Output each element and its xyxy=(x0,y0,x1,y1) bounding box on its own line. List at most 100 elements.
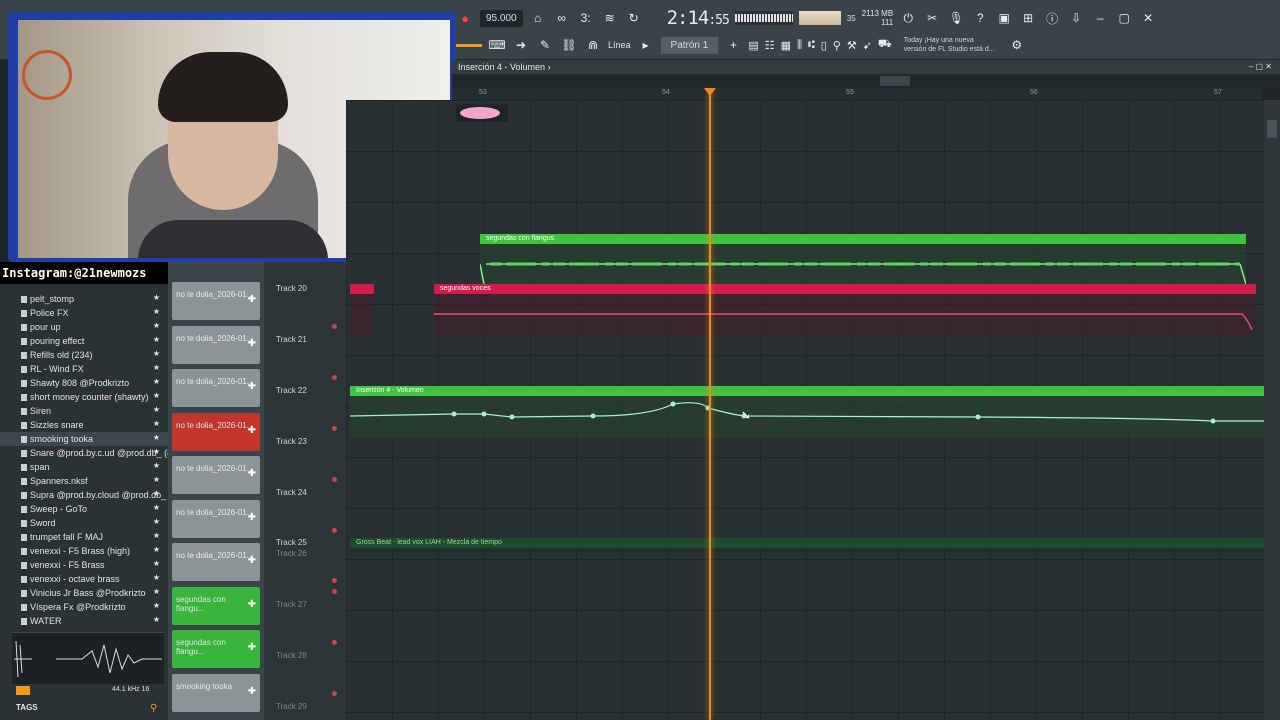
track-mute-dot[interactable] xyxy=(332,426,337,431)
browser-item[interactable]: venexxi - F5 Brass ★ xyxy=(0,558,168,572)
loop-record-icon[interactable]: ↻ xyxy=(625,9,643,27)
browser-item[interactable]: Siren ★ xyxy=(0,404,168,418)
power-icon[interactable]: ⏻ xyxy=(899,9,917,27)
favorite-star-icon[interactable]: ★ xyxy=(153,587,160,596)
browser-item[interactable]: pelt_stomp ★ xyxy=(0,292,168,306)
export-icon[interactable]: ⇩ xyxy=(1067,9,1085,27)
browser-item[interactable]: Refills old (234) ★ xyxy=(0,348,168,362)
track-mute-dot[interactable] xyxy=(332,691,337,696)
arrow-right-icon[interactable]: ➜ xyxy=(512,36,530,54)
help-icon[interactable]: ? xyxy=(971,9,989,27)
drag-arrow-icon[interactable]: ✚ xyxy=(248,599,256,610)
browser-item[interactable]: Shawty 808 @Prodkrizto ★ xyxy=(0,376,168,390)
channel-rack-icon[interactable]: ☷ xyxy=(765,39,775,52)
browser-item[interactable]: Sweep - GoTo ★ xyxy=(0,502,168,516)
close-icon[interactable]: ✕ xyxy=(1139,9,1157,27)
favorite-star-icon[interactable]: ★ xyxy=(153,321,160,330)
favorite-star-icon[interactable]: ★ xyxy=(153,545,160,554)
plugin-icon[interactable]: ✂ xyxy=(923,9,941,27)
playlist-clip-automation-volume[interactable]: Inserción 4 - Volumen xyxy=(350,386,1264,438)
track-header-label[interactable]: Track 21 xyxy=(276,335,307,344)
browser-icon[interactable]: ▯ xyxy=(821,39,827,52)
drag-arrow-icon[interactable]: ✚ xyxy=(248,294,256,305)
clip-source-item[interactable]: no te dolia_2026-01... ✚ xyxy=(172,543,260,581)
clip-source-item[interactable]: smooking tooka ✚ xyxy=(172,673,260,712)
track-mute-dot[interactable] xyxy=(332,589,337,594)
play-small-icon[interactable]: ▸ xyxy=(637,36,655,54)
timeline-ruler[interactable]: 53 54 55 56 57 xyxy=(452,88,1262,100)
clip-source-item[interactable]: segundas con flangu... ✚ xyxy=(172,586,260,625)
preview-play-icon[interactable] xyxy=(16,686,30,695)
browser-item[interactable]: Snare @prod.by.c.ud @prod.db_ (8) ★ xyxy=(0,446,168,460)
clip-source-item[interactable]: no te dolia_2026-01... ✚ xyxy=(172,412,260,451)
drag-arrow-icon[interactable]: ✚ xyxy=(248,381,256,392)
playlist-clip-grossbeat[interactable]: Gross Beat - lead vox LIAH - Mezcla de t… xyxy=(350,538,1264,552)
playlist-clip-segundas-flangus[interactable]: segundas con flangus xyxy=(480,234,1246,286)
news-ticker[interactable]: Today ¡Hay una nueva versión de FL Studio… xyxy=(904,36,1002,54)
track-mute-dot[interactable] xyxy=(332,324,337,329)
pattern-selector[interactable]: Patrón 1 xyxy=(660,36,719,54)
snap-select[interactable]: Línea xyxy=(608,40,631,50)
favorite-star-icon[interactable]: ★ xyxy=(153,503,160,512)
favorite-star-icon[interactable]: ★ xyxy=(153,489,160,498)
browser-item[interactable]: pour up ★ xyxy=(0,320,168,334)
tags-label[interactable]: TAGS xyxy=(16,703,38,712)
playlist-clip-red-small[interactable] xyxy=(350,284,374,336)
tools-icon[interactable]: ⚒ xyxy=(847,39,857,52)
playlist-window-controls[interactable]: – ▢ ✕ xyxy=(1249,60,1272,74)
mixer-window-icon[interactable]: ⫼ xyxy=(797,39,802,52)
drag-arrow-icon[interactable]: ✚ xyxy=(248,468,256,479)
step-edit-icon[interactable]: ≋ xyxy=(601,9,619,27)
favorite-star-icon[interactable]: ★ xyxy=(153,377,160,386)
pointer-icon[interactable]: ➹ xyxy=(863,39,872,52)
track-mute-dot[interactable] xyxy=(332,640,337,645)
drag-arrow-icon[interactable]: ✚ xyxy=(248,512,256,523)
favorite-star-icon[interactable]: ★ xyxy=(153,363,160,372)
tempo-display[interactable]: 95.000 xyxy=(480,9,523,27)
favorite-star-icon[interactable]: ★ xyxy=(153,461,160,470)
track-header-label[interactable]: Track 23 xyxy=(276,437,307,446)
browser-item[interactable]: venexxi - F5 Brass (high) ★ xyxy=(0,544,168,558)
vertical-scrollbar[interactable] xyxy=(1264,100,1280,720)
clip-source-item[interactable]: no te dolia_2026-01... ✚ xyxy=(172,282,260,320)
track-mute-dot[interactable] xyxy=(332,578,337,583)
playlist-window-icon[interactable]: ▤ xyxy=(748,39,758,52)
favorite-star-icon[interactable]: ★ xyxy=(153,419,160,428)
brush-icon[interactable]: ✎ xyxy=(536,36,554,54)
browser-item[interactable]: trumpet fall F MAJ ★ xyxy=(0,530,168,544)
browser-item[interactable]: span ★ xyxy=(0,460,168,474)
favorite-star-icon[interactable]: ★ xyxy=(153,517,160,526)
browser-item[interactable]: Spanners.nksf ★ xyxy=(0,474,168,488)
track-header-label[interactable]: Track 25 xyxy=(276,538,307,547)
plug-icon[interactable]: ⚲ xyxy=(833,39,841,52)
track-mute-dot[interactable] xyxy=(332,477,337,482)
search-icon[interactable]: ⚲ xyxy=(150,703,157,714)
add-pattern-icon[interactable]: + xyxy=(724,36,742,54)
favorite-star-icon[interactable]: ★ xyxy=(153,293,160,302)
favorite-star-icon[interactable]: ★ xyxy=(153,307,160,316)
browser-item[interactable]: Víspera Fx @Prodkrizto ★ xyxy=(0,600,168,614)
mixer-icon[interactable]: ⊞ xyxy=(1019,9,1037,27)
drag-arrow-icon[interactable]: ✚ xyxy=(248,686,256,697)
browser-item[interactable]: short money counter (shawty) ★ xyxy=(0,390,168,404)
browser-item[interactable]: Police FX ★ xyxy=(0,306,168,320)
pink-audio-clip[interactable] xyxy=(456,104,508,122)
overview-handle[interactable] xyxy=(880,76,910,86)
track-header-label[interactable]: Track 22 xyxy=(276,386,307,395)
favorite-star-icon[interactable]: ★ xyxy=(153,573,160,582)
piano-roll-icon[interactable]: ▦ xyxy=(781,39,791,52)
track-header-label[interactable]: Track 24 xyxy=(276,488,307,497)
magnet-icon[interactable]: ⋒ xyxy=(584,36,602,54)
sample-waveform-preview[interactable] xyxy=(12,632,164,684)
restore-icon[interactable]: ▢ xyxy=(1115,9,1133,27)
minimize-icon[interactable]: – xyxy=(1091,9,1109,27)
info-icon[interactable]: ⓘ xyxy=(1043,9,1061,27)
favorite-star-icon[interactable]: ★ xyxy=(153,349,160,358)
clip-source-item[interactable]: segundas con flangu... ✚ xyxy=(172,630,260,668)
browser-item[interactable]: Sizzles snare ★ xyxy=(0,418,168,432)
record-icon[interactable]: ● xyxy=(456,9,474,27)
master-volume-slider[interactable] xyxy=(456,43,482,47)
browser-item[interactable]: pouring effect ★ xyxy=(0,334,168,348)
favorite-star-icon[interactable]: ★ xyxy=(153,433,160,442)
clip-source-item[interactable]: no te dolia_2026-01... ✚ xyxy=(172,325,260,364)
